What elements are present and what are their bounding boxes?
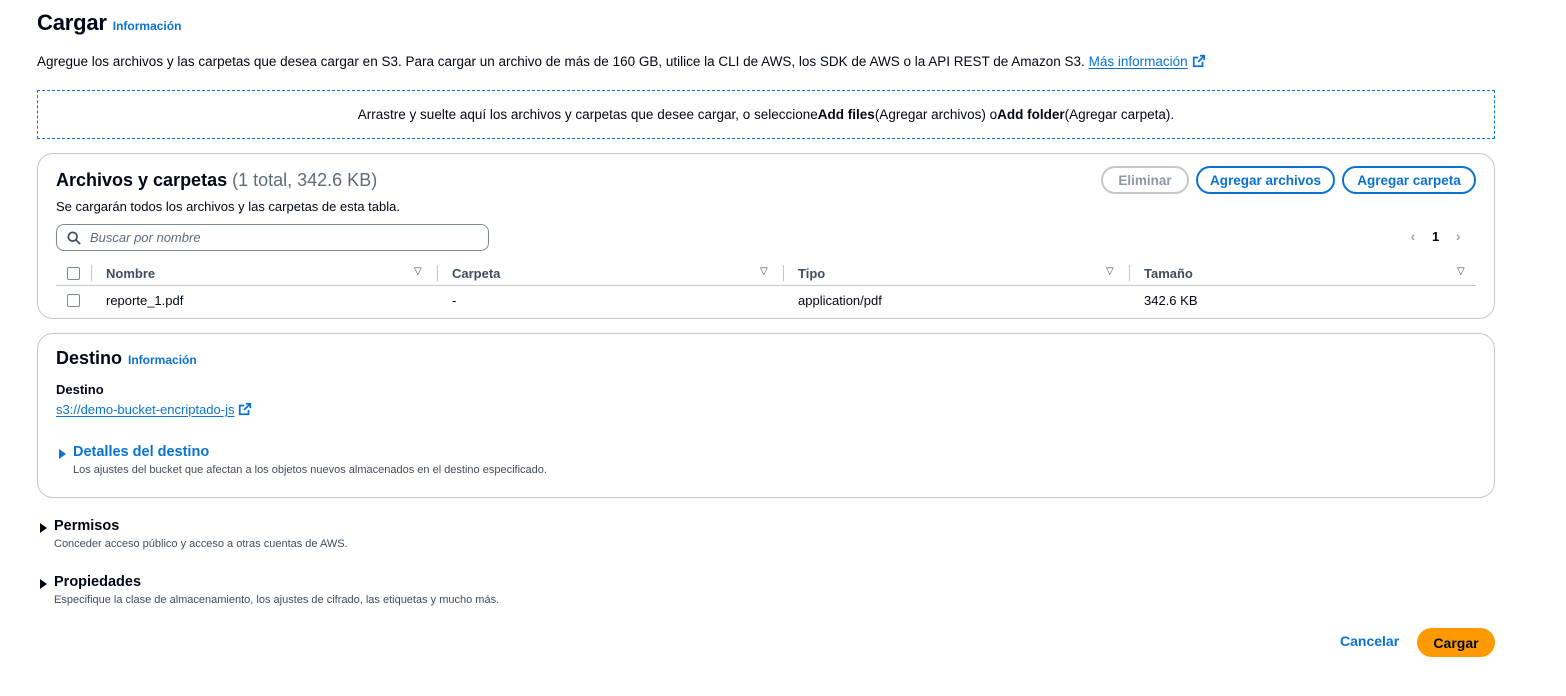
caret-right-icon xyxy=(40,579,47,589)
page-number[interactable]: 1 xyxy=(1432,229,1439,244)
destination-details-desc: Los ajustes del bucket que afectan a los… xyxy=(73,464,547,476)
column-divider xyxy=(783,265,784,281)
column-divider xyxy=(91,265,92,281)
upload-button[interactable]: Cargar xyxy=(1417,628,1495,657)
external-link-icon xyxy=(239,402,252,416)
delete-button[interactable]: Eliminar xyxy=(1101,166,1189,194)
destination-container: Destino Información Destino s3://demo-bu… xyxy=(37,333,1495,498)
destination-info-link[interactable]: Información xyxy=(128,353,197,367)
page-title: Cargar xyxy=(37,10,107,35)
column-header-name[interactable]: Nombre xyxy=(106,260,155,286)
properties-content: Propiedades Especifique la clase de alma… xyxy=(54,574,499,606)
search-input[interactable] xyxy=(90,230,470,245)
learn-more-link[interactable]: Más información xyxy=(1089,54,1206,69)
files-title: Archivos y carpetas xyxy=(56,170,228,190)
sort-icon[interactable]: ▽ xyxy=(414,266,422,277)
sort-icon[interactable]: ▽ xyxy=(760,266,768,277)
destination-uri: s3://demo-bucket-encriptado-js xyxy=(56,402,235,417)
pagination: ‹ 1 › xyxy=(1408,228,1463,244)
properties-title: Propiedades xyxy=(54,574,142,590)
sort-icon[interactable]: ▽ xyxy=(1106,266,1114,277)
cell-name: reporte_1.pdf xyxy=(106,292,184,308)
header-info-link[interactable]: Información xyxy=(113,19,182,33)
table-row: reporte_1.pdf - application/pdf 342.6 KB xyxy=(56,286,1476,314)
permissions-content: Permisos Conceder acceso público y acces… xyxy=(54,518,348,550)
page-description-text: Agregue los archivos y las carpetas que … xyxy=(37,54,1085,69)
select-all-checkbox[interactable] xyxy=(67,266,80,280)
cell-type: application/pdf xyxy=(798,292,882,308)
permissions-desc: Conceder acceso público y acceso a otras… xyxy=(54,538,348,550)
add-folder-button[interactable]: Agregar carpeta xyxy=(1342,166,1476,194)
destination-uri-wrap: s3://demo-bucket-encriptado-js xyxy=(56,402,252,417)
properties-expander[interactable]: Propiedades Especifique la clase de alma… xyxy=(40,574,499,606)
external-link-icon xyxy=(1192,54,1205,68)
column-header-folder[interactable]: Carpeta xyxy=(452,260,500,286)
select-all-cell xyxy=(67,260,80,286)
dropzone-text-3: (Agregar carpeta). xyxy=(1064,107,1175,122)
destination-details-title: Detalles del destino xyxy=(73,444,210,460)
files-subtitle: Se cargarán todos los archivos y las car… xyxy=(56,199,400,214)
destination-title: Destino xyxy=(56,348,123,368)
destination-label: Destino xyxy=(56,382,104,397)
column-header-size[interactable]: Tamaño xyxy=(1144,260,1193,286)
column-divider xyxy=(437,265,438,281)
files-heading: Archivos y carpetas (1 total, 342.6 KB) xyxy=(56,170,377,191)
file-dropzone[interactable]: Arrastre y suelte aquí los archivos y ca… xyxy=(37,90,1495,139)
permissions-title: Permisos xyxy=(54,518,120,534)
permissions-expander[interactable]: Permisos Conceder acceso público y acces… xyxy=(40,518,348,550)
caret-right-icon xyxy=(59,449,66,459)
files-container: Archivos y carpetas (1 total, 342.6 KB) … xyxy=(37,153,1495,319)
search-icon xyxy=(67,230,81,245)
cancel-button[interactable]: Cancelar xyxy=(1340,633,1399,649)
chevron-right-icon[interactable]: › xyxy=(1453,228,1463,244)
files-count: (1 total, 342.6 KB) xyxy=(232,170,378,190)
search-box xyxy=(56,224,489,251)
destination-uri-link[interactable]: s3://demo-bucket-encriptado-js xyxy=(56,402,252,417)
column-header-type[interactable]: Tipo xyxy=(798,260,825,286)
page-header: Cargar Información xyxy=(37,10,181,36)
sort-icon[interactable]: ▽ xyxy=(1457,266,1465,277)
add-files-button[interactable]: Agregar archivos xyxy=(1196,166,1335,194)
caret-right-icon xyxy=(40,523,47,533)
row-checkbox[interactable] xyxy=(67,293,80,307)
dropzone-add-files: Add files xyxy=(817,107,875,122)
dropzone-text-2: (Agregar archivos) o xyxy=(874,107,998,122)
destination-details-content: Detalles del destino Los ajustes del buc… xyxy=(73,444,547,476)
page-description: Agregue los archivos y las carpetas que … xyxy=(37,54,1206,69)
properties-desc: Especifique la clase de almacenamiento, … xyxy=(54,594,500,606)
row-select-cell xyxy=(67,287,80,313)
cell-folder: - xyxy=(452,292,457,308)
dropzone-add-folder: Add folder xyxy=(997,107,1065,122)
cell-size: 342.6 KB xyxy=(1144,292,1198,308)
destination-heading: Destino Información xyxy=(56,348,197,369)
table-header: Nombre ▽ Carpeta ▽ Tipo ▽ Tamaño ▽ xyxy=(56,260,1476,286)
chevron-left-icon[interactable]: ‹ xyxy=(1408,228,1418,244)
destination-details-expander[interactable]: Detalles del destino Los ajustes del buc… xyxy=(59,444,547,476)
column-divider xyxy=(1129,265,1130,281)
dropzone-text-1: Arrastre y suelte aquí los archivos y ca… xyxy=(357,107,818,122)
learn-more-label: Más información xyxy=(1088,54,1188,69)
files-table: Nombre ▽ Carpeta ▽ Tipo ▽ Tamaño ▽ repor… xyxy=(56,260,1476,314)
